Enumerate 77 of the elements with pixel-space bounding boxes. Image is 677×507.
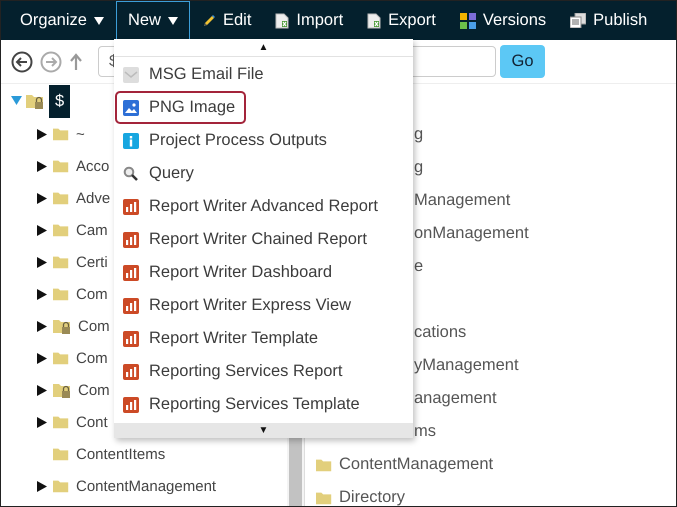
collapsed-arrow-icon[interactable]: [37, 160, 47, 172]
list-item[interactable]: onManagement: [414, 224, 529, 243]
search-icon: [123, 166, 139, 182]
scrollbar-thumb[interactable]: [289, 438, 302, 506]
scroll-down-button[interactable]: ▼: [114, 423, 413, 438]
collapsed-arrow-icon[interactable]: [37, 480, 47, 492]
collapsed-arrow-icon[interactable]: [37, 224, 47, 236]
menu-item[interactable]: Report Writer Chained Report: [115, 223, 378, 256]
pencil-icon: [202, 14, 216, 28]
toolbar-button[interactable]: Edit: [190, 1, 264, 40]
folder-icon: [316, 456, 333, 472]
collapsed-arrow-icon[interactable]: [37, 128, 47, 140]
menu-item[interactable]: Report Writer Advanced Report: [115, 190, 389, 223]
tree-item[interactable]: Com: [78, 318, 110, 334]
tree-item[interactable]: Com: [78, 382, 110, 398]
tree-item[interactable]: Acco: [76, 158, 110, 174]
list-item[interactable]: g: [414, 125, 424, 144]
documents-icon: [570, 13, 586, 28]
collapsed-arrow-icon[interactable]: [37, 320, 47, 332]
tree-item[interactable]: $: [49, 84, 70, 118]
collapsed-arrow-icon[interactable]: [37, 352, 47, 364]
image-icon: [123, 100, 139, 116]
tree-item[interactable]: ContentManagement: [76, 478, 216, 494]
menu-item[interactable]: Query: [115, 157, 205, 190]
tree-item[interactable]: ContentItems: [76, 446, 166, 462]
menu-item[interactable]: Reporting Services Template: [115, 388, 371, 421]
menu-item[interactable]: PNG Image: [115, 91, 246, 124]
tree-item[interactable]: Com: [76, 286, 108, 302]
toolbar-button[interactable]: Versions: [448, 1, 558, 40]
caret-icon: [94, 16, 104, 24]
list-item[interactable]: e: [414, 257, 424, 276]
list-item[interactable]: Directory: [339, 488, 406, 506]
collapsed-arrow-icon[interactable]: [37, 416, 47, 428]
menu-item[interactable]: Report Writer Template: [115, 322, 330, 355]
caret-icon: [168, 16, 178, 24]
envelope-icon: [123, 66, 139, 82]
tree-item[interactable]: Cam: [76, 222, 108, 238]
menu-item[interactable]: Project Process Outputs: [115, 124, 338, 157]
collapsed-arrow-icon[interactable]: [37, 288, 47, 300]
list-item[interactable]: anagement: [414, 389, 497, 408]
list-item[interactable]: cations: [414, 323, 466, 342]
collapsed-arrow-icon[interactable]: [37, 384, 47, 396]
collapsed-arrow-icon[interactable]: [37, 256, 47, 268]
list-item[interactable]: g: [414, 158, 424, 177]
tree-item[interactable]: Certi: [76, 254, 108, 270]
list-item[interactable]: yManagement: [414, 356, 519, 375]
bar-chart-icon: [123, 396, 139, 412]
tree-item[interactable]: ~: [76, 126, 85, 142]
toolbar-button[interactable]: Publish: [558, 1, 660, 40]
scroll-up-button[interactable]: ▲: [114, 39, 413, 57]
bar-chart-icon: [123, 198, 139, 214]
bar-chart-icon: [123, 232, 139, 248]
up-arrow-icon[interactable]: [69, 52, 83, 70]
grid-icon: [460, 12, 476, 28]
collapsed-arrow-icon[interactable]: [37, 192, 47, 204]
menu-button[interactable]: Organize: [8, 1, 116, 40]
go-button[interactable]: Go: [500, 45, 545, 78]
tree-item[interactable]: Cont: [76, 414, 108, 430]
list-item[interactable]: Management: [414, 191, 510, 210]
expanded-arrow-icon[interactable]: [11, 96, 22, 106]
document-icon: [275, 12, 290, 28]
tree-item[interactable]: Com: [76, 350, 108, 366]
list-item[interactable]: ContentManagement: [339, 455, 494, 474]
back-icon[interactable]: [11, 50, 33, 72]
info-icon: [123, 132, 139, 148]
list-item[interactable]: ms: [414, 422, 436, 441]
bar-chart-icon: [123, 298, 139, 314]
bar-chart-icon: [123, 364, 139, 380]
tree-item[interactable]: Adve: [76, 190, 110, 206]
document-icon: [367, 12, 382, 28]
folder-icon: [316, 490, 333, 506]
menu-item[interactable]: Report Writer Dashboard: [115, 256, 344, 289]
menu-item[interactable]: MSG Email File: [115, 58, 275, 91]
bar-chart-icon: [123, 330, 139, 346]
bar-chart-icon: [123, 264, 139, 280]
menu-item[interactable]: Reporting Services Report: [115, 355, 354, 388]
menu-item[interactable]: Report Writer Express View: [115, 289, 362, 322]
